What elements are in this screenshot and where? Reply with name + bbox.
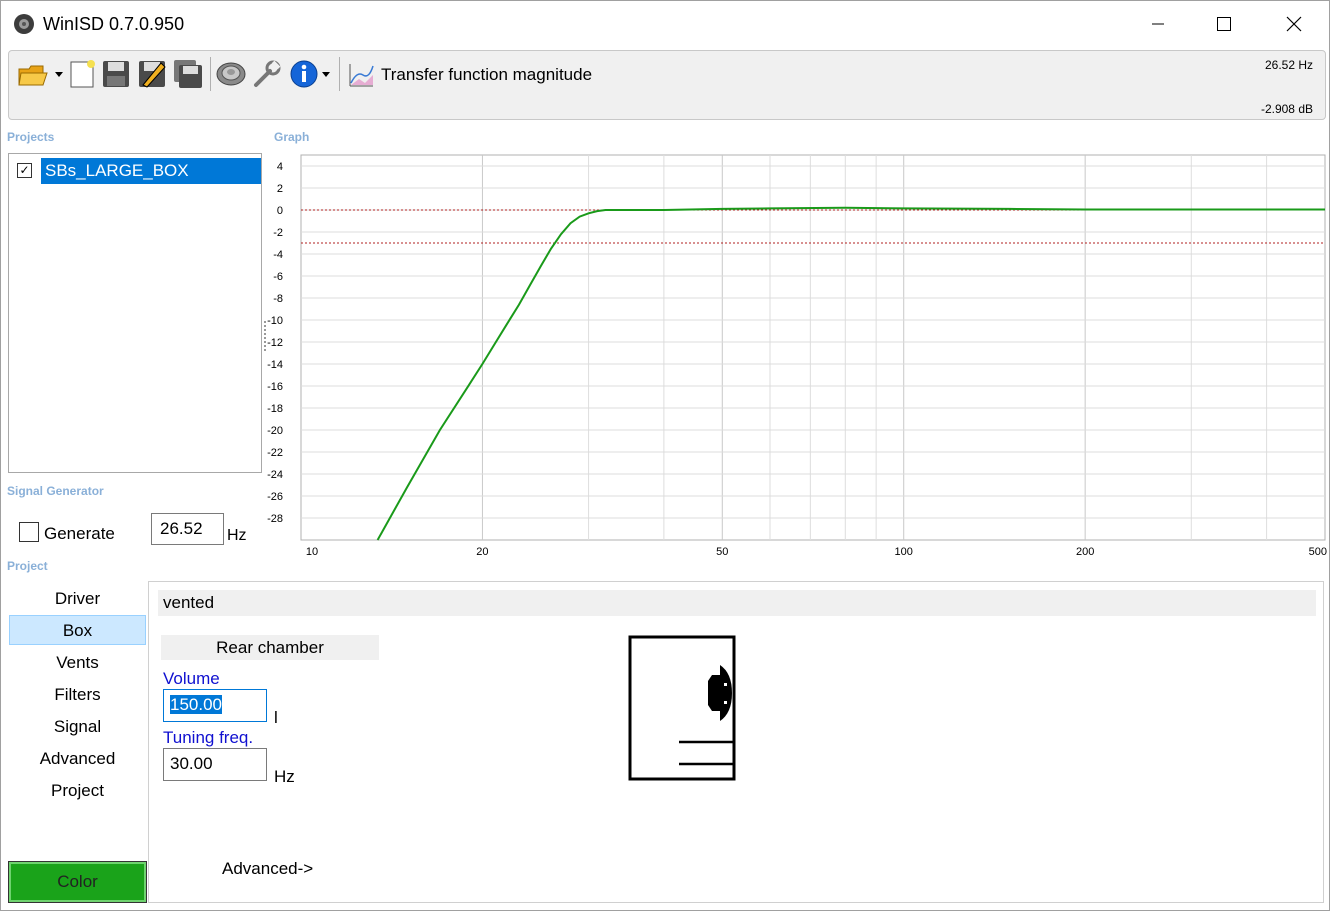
y-tick-label: -20 xyxy=(267,425,283,437)
y-tick-label: -24 xyxy=(267,469,283,481)
x-tick-label: 200 xyxy=(1076,546,1094,558)
window-title: WinISD 0.7.0.950 xyxy=(43,14,185,34)
cursor-level-readout: -2.908 dB xyxy=(1260,102,1313,116)
y-tick-label: -16 xyxy=(267,381,283,393)
vented-box-diagram-icon xyxy=(628,635,736,781)
new-document-icon[interactable] xyxy=(67,59,97,89)
x-tick-label: 100 xyxy=(895,546,913,558)
advanced-link[interactable]: Advanced-> xyxy=(222,859,313,879)
y-tick-label: -2 xyxy=(273,227,283,239)
nav-advanced[interactable]: Advanced xyxy=(9,744,146,774)
maximize-button[interactable] xyxy=(1201,1,1247,47)
volume-unit: l xyxy=(274,708,278,727)
save-icon[interactable] xyxy=(101,59,131,89)
generator-frequency-input[interactable]: 26.52 xyxy=(151,513,224,545)
title-bar: WinISD 0.7.0.950 xyxy=(1,1,1329,47)
y-tick-label: -6 xyxy=(273,271,283,283)
projects-list: ✓ SBs_LARGE_BOX xyxy=(8,153,262,473)
generate-checkbox[interactable] xyxy=(19,522,39,542)
graph-type-icon[interactable] xyxy=(347,61,375,89)
wrench-icon[interactable] xyxy=(252,59,282,89)
project-name[interactable]: SBs_LARGE_BOX xyxy=(41,158,261,184)
info-icon[interactable] xyxy=(289,59,335,89)
graph-section-label: Graph xyxy=(274,130,310,144)
project-item[interactable]: ✓ SBs_LARGE_BOX xyxy=(13,158,261,184)
close-icon xyxy=(1286,16,1302,32)
nav-vents[interactable]: Vents xyxy=(9,648,146,678)
graph-type-label[interactable]: Transfer function magnitude xyxy=(381,65,592,85)
close-button[interactable] xyxy=(1271,1,1317,47)
color-button[interactable]: Color xyxy=(8,861,147,903)
rear-chamber-header: Rear chamber xyxy=(161,635,379,660)
x-tick-label: 10 xyxy=(306,546,318,558)
nav-driver[interactable]: Driver xyxy=(9,584,146,614)
y-tick-label: -22 xyxy=(267,447,283,459)
toolbar-separator xyxy=(339,57,340,91)
save-all-icon[interactable] xyxy=(173,59,203,89)
box-type-selector[interactable]: vented xyxy=(158,590,1316,616)
toolbar-separator xyxy=(210,57,211,91)
save-edit-icon[interactable] xyxy=(137,59,167,89)
tuning-freq-input[interactable]: 30.00 xyxy=(163,748,267,781)
open-folder-icon[interactable] xyxy=(17,59,63,89)
tuning-freq-label: Tuning freq. xyxy=(163,728,254,747)
y-tick-label: -18 xyxy=(267,403,283,415)
y-tick-label: -28 xyxy=(267,513,283,525)
y-tick-label: -10 xyxy=(267,315,283,327)
tuning-freq-unit: Hz xyxy=(274,767,295,786)
project-checkbox[interactable]: ✓ xyxy=(17,163,32,178)
volume-value: 150.00 xyxy=(170,695,222,714)
volume-label: Volume xyxy=(163,669,220,688)
maximize-icon xyxy=(1217,17,1231,31)
y-tick-label: 4 xyxy=(277,161,283,173)
y-tick-label: -26 xyxy=(267,491,283,503)
y-tick-label: 0 xyxy=(277,205,283,217)
y-tick-label: -12 xyxy=(267,337,283,349)
app-speaker-icon xyxy=(14,14,34,34)
speaker-driver-icon[interactable] xyxy=(216,59,246,89)
toolbar: Transfer function magnitude 26.52 Hz -2.… xyxy=(8,50,1326,120)
y-tick-label: -14 xyxy=(267,359,283,371)
minimize-icon xyxy=(1152,23,1164,25)
project-section-label: Project xyxy=(7,559,48,573)
nav-project[interactable]: Project xyxy=(9,776,146,806)
x-tick-label: 50 xyxy=(716,546,728,558)
y-tick-label: -4 xyxy=(273,249,283,261)
projects-section-label: Projects xyxy=(7,130,55,144)
nav-signal[interactable]: Signal xyxy=(9,712,146,742)
app-window: WinISD 0.7.0.950 Transfer function magni… xyxy=(0,0,1330,911)
y-tick-label: 2 xyxy=(277,183,283,195)
generate-label: Generate xyxy=(44,524,115,543)
y-tick-label: -8 xyxy=(273,293,283,305)
nav-filters[interactable]: Filters xyxy=(9,680,146,710)
x-tick-label: 20 xyxy=(476,546,488,558)
volume-input[interactable]: 150.00 xyxy=(163,689,267,722)
transfer-function-graph[interactable]: 420-2-4-6-8-10-12-14-16-18-20-22-24-26-2… xyxy=(265,149,1327,559)
nav-box[interactable]: Box xyxy=(9,615,146,645)
plot-area xyxy=(300,154,1326,541)
cursor-frequency-readout: 26.52 Hz xyxy=(1264,58,1313,72)
x-tick-label: 500 xyxy=(1309,546,1327,558)
box-settings-panel: vented Rear chamber Volume 150.00 l Tuni… xyxy=(148,581,1324,903)
minimize-button[interactable] xyxy=(1135,1,1181,47)
signal-generator-section-label: Signal Generator xyxy=(7,484,104,498)
generator-frequency-unit: Hz xyxy=(227,527,247,544)
